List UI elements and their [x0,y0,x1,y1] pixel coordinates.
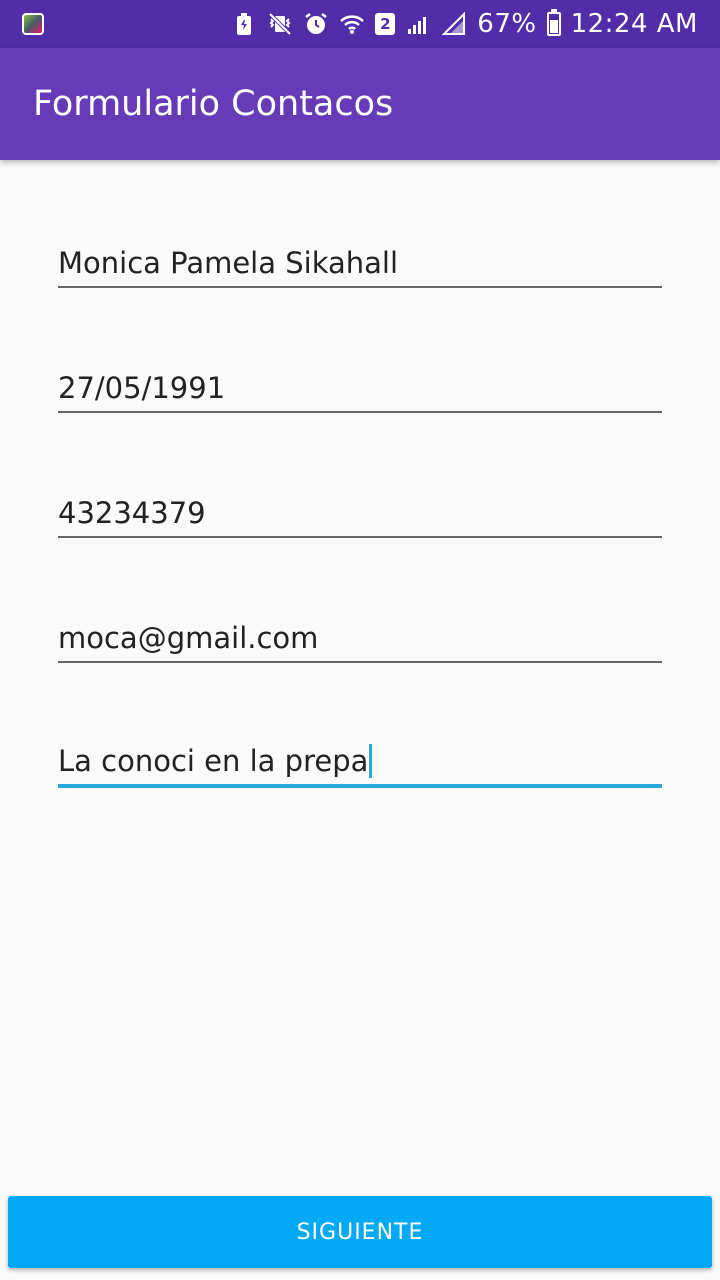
name-value: Monica Pamela Sikahall [58,246,399,280]
app-bar: Formulario Contacos [0,48,720,160]
birthdate-value: 27/05/1991 [58,371,226,405]
name-field[interactable]: Monica Pamela Sikahall [58,220,662,288]
description-field[interactable]: La conoci en la prepa [58,720,662,788]
email-field[interactable]: moca@gmail.com [58,595,662,663]
wifi-icon [339,11,365,37]
alarm-icon [303,11,329,37]
signal-icon [405,11,431,37]
battery-percent: 67% [477,9,537,39]
status-right: 2 67% 12:24 AM [231,9,698,39]
next-button[interactable]: SIGUIENTE [8,1196,712,1268]
status-left [22,13,44,35]
phone-field[interactable]: 43234379 [58,470,662,538]
birthdate-field[interactable]: 27/05/1991 [58,345,662,413]
text-cursor [369,744,373,778]
clock: 12:24 AM [570,9,698,39]
sim-slot-badge: 2 [375,13,396,35]
phone-value: 43234379 [58,496,206,530]
battery-level-fill [549,19,558,33]
battery-icon [546,9,561,36]
description-value: La conoci en la prepa [58,744,369,778]
status-bar: 2 67% 12:24 AM [0,0,720,48]
no-signal-icon [441,11,467,37]
vibrate-mute-icon [267,11,293,37]
battery-saver-icon [231,11,257,37]
email-value: moca@gmail.com [58,621,319,655]
contact-form: Monica Pamela Sikahall 27/05/1991 432343… [58,220,662,845]
page-title: Formulario Contacos [33,84,394,124]
app-notification-icon [22,13,44,35]
